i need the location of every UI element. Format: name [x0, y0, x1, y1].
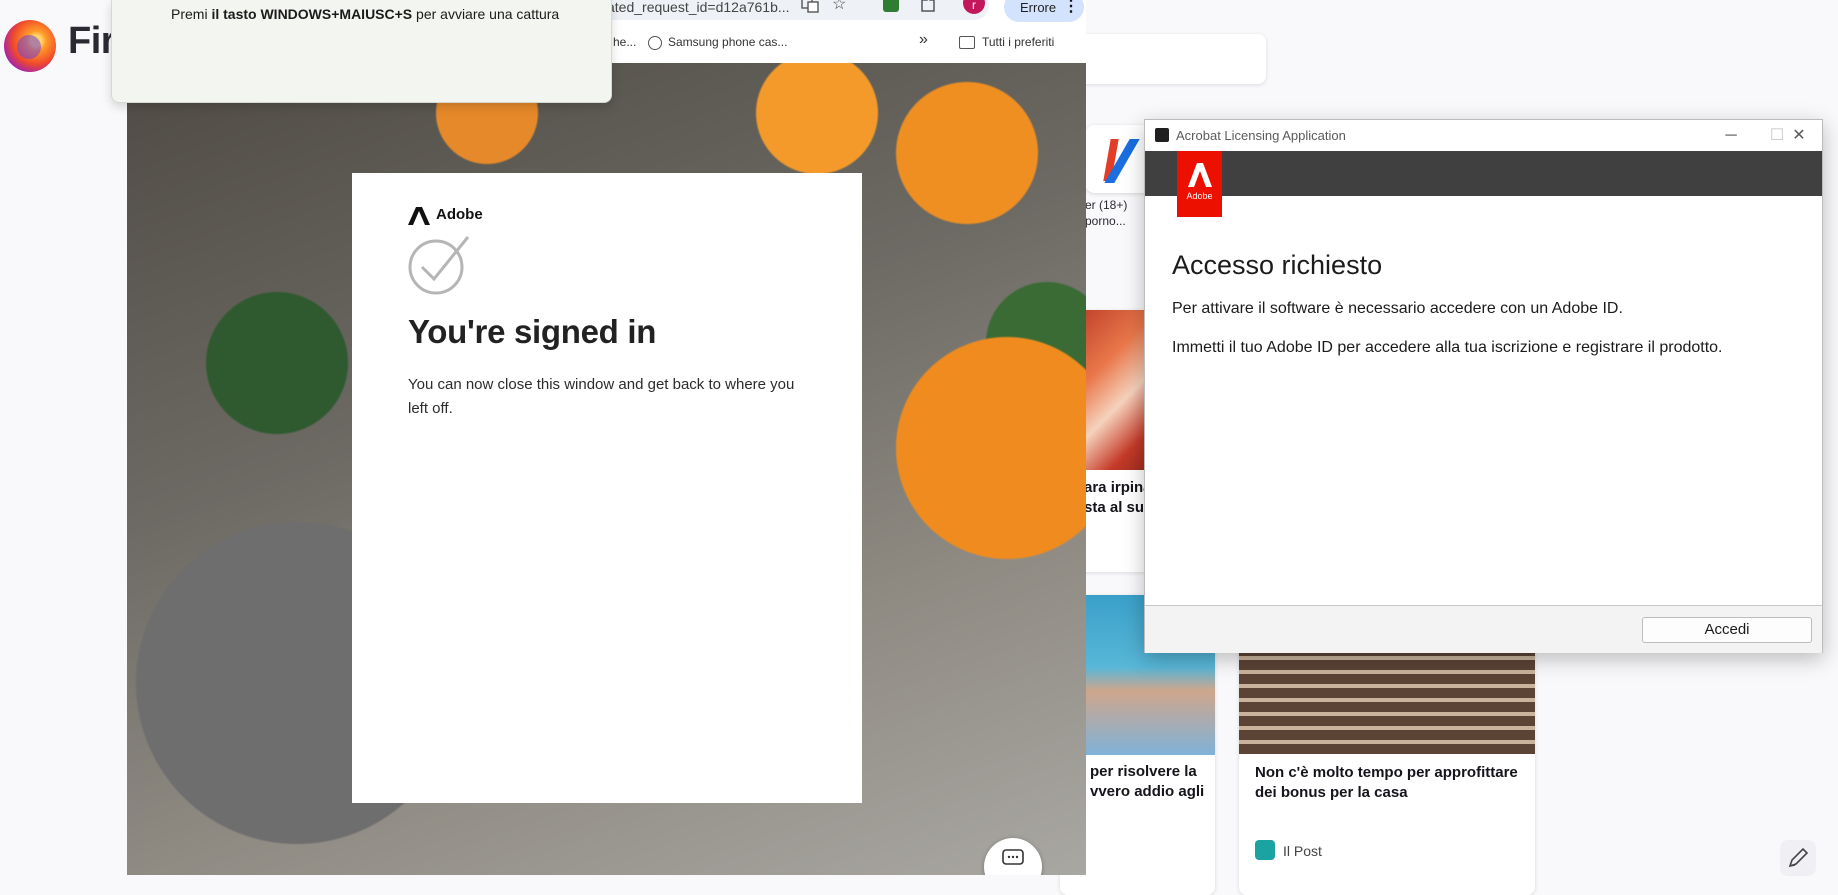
error-button-label: Errore — [1020, 0, 1057, 15]
story-title-line1: per risolvere la — [1090, 763, 1197, 780]
story-title-line2: sta al sug — [1084, 499, 1154, 516]
dialog-header-band — [1145, 151, 1822, 196]
signin-message: You can now close this window and get ba… — [408, 376, 795, 417]
bookmark-item[interactable]: Samsung phone cas... — [668, 35, 787, 49]
pencil-icon[interactable] — [1780, 840, 1816, 876]
bookmarks-overflow-button[interactable]: » — [919, 31, 928, 49]
adobe-logo-text: Adobe — [1186, 191, 1213, 201]
adobe-logo-badge: Adobe — [1177, 151, 1222, 217]
story-source: Il Post — [1283, 843, 1322, 859]
top-site-label-line2: porno... — [1085, 214, 1126, 228]
translate-icon[interactable] — [801, 0, 819, 18]
minimize-icon[interactable]: ─ — [1708, 120, 1754, 151]
snipping-hint: Premi il tasto WINDOWS+MAIUSC+S per avvi… — [171, 6, 559, 22]
sign-in-button[interactable]: Accedi — [1642, 617, 1812, 643]
snipping-notification[interactable]: Premi il tasto WINDOWS+MAIUSC+S per avvi… — [111, 0, 612, 103]
error-button[interactable]: Errore ⋮ — [1004, 0, 1084, 22]
dialog-paragraph: Immetti il tuo Adobe ID per accedere all… — [1172, 339, 1723, 356]
firefox-logo-icon — [4, 20, 56, 72]
chat-icon[interactable] — [984, 838, 1042, 875]
folder-icon — [959, 36, 975, 49]
dialog-titlebar[interactable]: Acrobat Licensing Application ─ ☐ ✕ — [1145, 120, 1822, 151]
snipping-hint-suffix: per avviare una cattura — [412, 6, 560, 22]
more-vert-icon[interactable]: ⋮ — [1063, 0, 1079, 16]
dialog-paragraph: Per attivare il software è necessario ac… — [1172, 300, 1623, 317]
story-image — [1239, 640, 1535, 754]
signin-title: You're signed in — [408, 313, 657, 350]
story-title-line1: Non c'è molto tempo per approfittare — [1255, 764, 1518, 781]
top-site-label-line1: er (18+) — [1085, 198, 1128, 212]
story-title: Non c'è molto tempo per approfittare dei… — [1255, 763, 1518, 803]
chrome-window: ated_request_id=d12a761b... ☆ r Errore ⋮… — [127, 0, 1086, 875]
dialog-heading: Accesso richiesto — [1172, 250, 1383, 280]
bookmark-item[interactable]: he... — [613, 35, 636, 49]
extension-icon[interactable] — [883, 0, 899, 12]
story-title: ara irpina sta al sug — [1084, 478, 1153, 518]
story-title-line1: ara irpina — [1084, 479, 1152, 496]
story-card[interactable]: Non c'è molto tempo per approfittare dei… — [1239, 640, 1535, 895]
story-title-line2: vvero addio agli — [1090, 783, 1205, 800]
star-icon[interactable]: ☆ — [832, 0, 846, 14]
snipping-hint-prefix: Premi — [171, 6, 212, 22]
adobe-logo-icon — [1188, 163, 1212, 187]
top-site-tile[interactable] — [1085, 125, 1153, 193]
adobe-logo-icon — [408, 207, 430, 225]
source-logo-icon — [1255, 840, 1275, 860]
story-title-line2: dei bonus per la casa — [1255, 784, 1408, 801]
signin-card: Adobe You're signed in You can now close… — [352, 173, 862, 803]
close-icon[interactable]: ✕ — [1776, 120, 1822, 151]
top-site-label[interactable]: er (18+) porno... — [1085, 197, 1127, 229]
globe-icon — [648, 36, 662, 50]
firefox-wordmark: Fir — [68, 20, 116, 62]
address-bar-url[interactable]: ated_request_id=d12a761b... — [607, 0, 790, 15]
licensing-dialog: Acrobat Licensing Application ─ ☐ ✕ Adob… — [1144, 119, 1823, 653]
acrobat-app-icon — [1155, 128, 1169, 142]
check-circle-icon — [408, 236, 470, 295]
dialog-footer: Accedi — [1145, 605, 1822, 653]
dialog-window-title: Acrobat Licensing Application — [1176, 128, 1346, 143]
all-bookmarks-button[interactable]: Tutti i preferiti — [982, 35, 1054, 49]
snipping-hint-shortcut: il tasto WINDOWS+MAIUSC+S — [211, 6, 413, 22]
story-title: per risolvere la vvero addio agli — [1090, 762, 1204, 802]
adobe-brand: Adobe — [436, 206, 483, 223]
puzzle-icon[interactable] — [919, 0, 937, 19]
